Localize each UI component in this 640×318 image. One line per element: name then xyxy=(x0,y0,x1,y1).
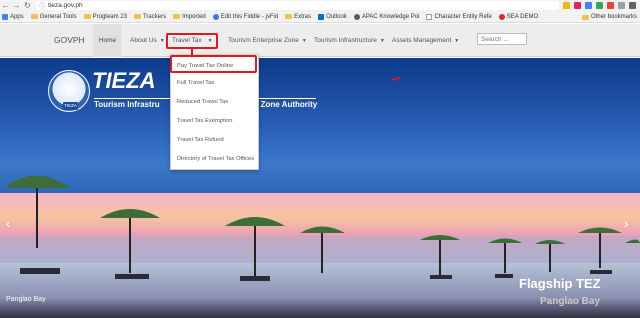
menu-item-directory-of-offices[interactable]: Directory of Travel Tax Offices xyxy=(171,150,260,169)
folder-icon xyxy=(133,14,141,19)
folder-icon xyxy=(30,14,38,19)
caret-down-icon: ▼ xyxy=(454,38,460,44)
bookmarks-bar: Apps General Tools Progteam 23 Trackers … xyxy=(0,11,640,23)
site-navbar: GOVPH Home About Us ▼ Travel Tax ▼ Tourism… xyxy=(0,24,640,57)
browser-toolbar: ← → ↻ ⓘ tieza.gov.ph xyxy=(0,0,640,11)
menu-item-full-travel-tax[interactable]: Full Travel Tax xyxy=(171,74,260,93)
info-icon[interactable]: ⓘ xyxy=(39,1,45,10)
menu-item-travel-tax-refund[interactable]: Travel Tax Refund xyxy=(171,131,260,150)
bookmark-folder[interactable]: Progteam 23 xyxy=(83,14,127,20)
caret-down-icon: ▼ xyxy=(379,38,385,44)
caret-down-icon: ▼ xyxy=(301,38,307,44)
caret-down-icon: ▼ xyxy=(159,38,165,44)
nav-about-us[interactable]: About Us ▼ xyxy=(130,24,165,57)
folder-icon xyxy=(83,14,91,19)
bookmark-folder[interactable]: Trackers xyxy=(133,14,166,20)
extension-icon[interactable] xyxy=(574,2,581,9)
site-icon xyxy=(498,13,505,20)
site-icon xyxy=(353,13,360,20)
extension-icon[interactable] xyxy=(585,2,592,9)
url-text: tieza.gov.ph xyxy=(48,2,83,9)
extension-icon[interactable] xyxy=(596,2,603,9)
search-input[interactable] xyxy=(477,33,527,45)
other-bookmarks[interactable]: Other bookmarks xyxy=(581,11,637,22)
menu-item-reduced-travel-tax[interactable]: Reduced Travel Tax xyxy=(171,93,260,112)
slide-caption-subtitle: Panglao Bay xyxy=(540,296,601,307)
nav-assets-management[interactable]: Assets Management ▼ xyxy=(392,24,459,57)
carousel-next-icon[interactable]: › xyxy=(624,216,628,231)
hero-banner: TIEZA TIEZA Tourism Infrastru Zone Author… xyxy=(0,58,640,318)
outlook-icon xyxy=(318,13,325,20)
apps-icon xyxy=(2,13,8,20)
extension-icon[interactable] xyxy=(607,2,614,9)
extension-icon[interactable] xyxy=(618,2,625,9)
site-icon xyxy=(212,13,219,20)
slide-caption-title: Flagship TEZ xyxy=(519,276,601,291)
beach-umbrellas-image xyxy=(5,175,640,281)
address-bar[interactable]: ⓘ tieza.gov.ph xyxy=(36,1,559,10)
extension-icons xyxy=(563,2,640,9)
tieza-logo-title: TIEZA xyxy=(92,68,156,93)
forward-icon[interactable]: → xyxy=(11,0,22,11)
back-icon[interactable]: ← xyxy=(0,0,11,11)
carousel-prev-icon[interactable]: ‹ xyxy=(6,216,10,231)
bookmark-site[interactable]: Outlook xyxy=(318,13,347,20)
bookmark-folder[interactable]: General Tools xyxy=(30,14,77,20)
bookmark-folder[interactable]: Imported xyxy=(173,14,206,20)
star-icon[interactable] xyxy=(563,2,570,9)
bookmark-apps[interactable]: Apps xyxy=(2,13,24,20)
tieza-logo-badge: TIEZA xyxy=(63,102,78,110)
bookmark-site[interactable]: SEA DEMO xyxy=(498,13,538,20)
bookmark-site[interactable]: Character Entity Refe xyxy=(426,13,492,20)
govph-brand[interactable]: GOVPH xyxy=(54,35,85,45)
bookmark-folder[interactable]: Extras xyxy=(285,14,311,20)
bookmark-site[interactable]: APAC Knowledge Poi xyxy=(353,13,419,20)
folder-icon xyxy=(173,14,181,19)
menu-item-travel-tax-exemption[interactable]: Travel Tax Exemption xyxy=(171,112,260,131)
nav-tourism-infrastructure[interactable]: Tourism Infrastructure ▼ xyxy=(314,24,385,57)
folder-icon xyxy=(285,14,293,19)
slide-caption-left: Panglao Bay xyxy=(6,296,46,303)
travel-tax-highlight xyxy=(166,33,218,49)
bookmark-site[interactable]: Edit this Fiddle - jsFid xyxy=(212,13,278,20)
nav-home[interactable]: Home xyxy=(93,24,122,57)
reload-icon[interactable]: ↻ xyxy=(22,0,33,11)
nav-tourism-enterprise-zone[interactable]: Tourism Enterprise Zone ▼ xyxy=(228,24,307,57)
pay-online-highlight xyxy=(170,55,257,73)
menu-icon[interactable] xyxy=(629,2,636,9)
document-icon xyxy=(426,13,433,20)
folder-icon xyxy=(581,14,589,20)
